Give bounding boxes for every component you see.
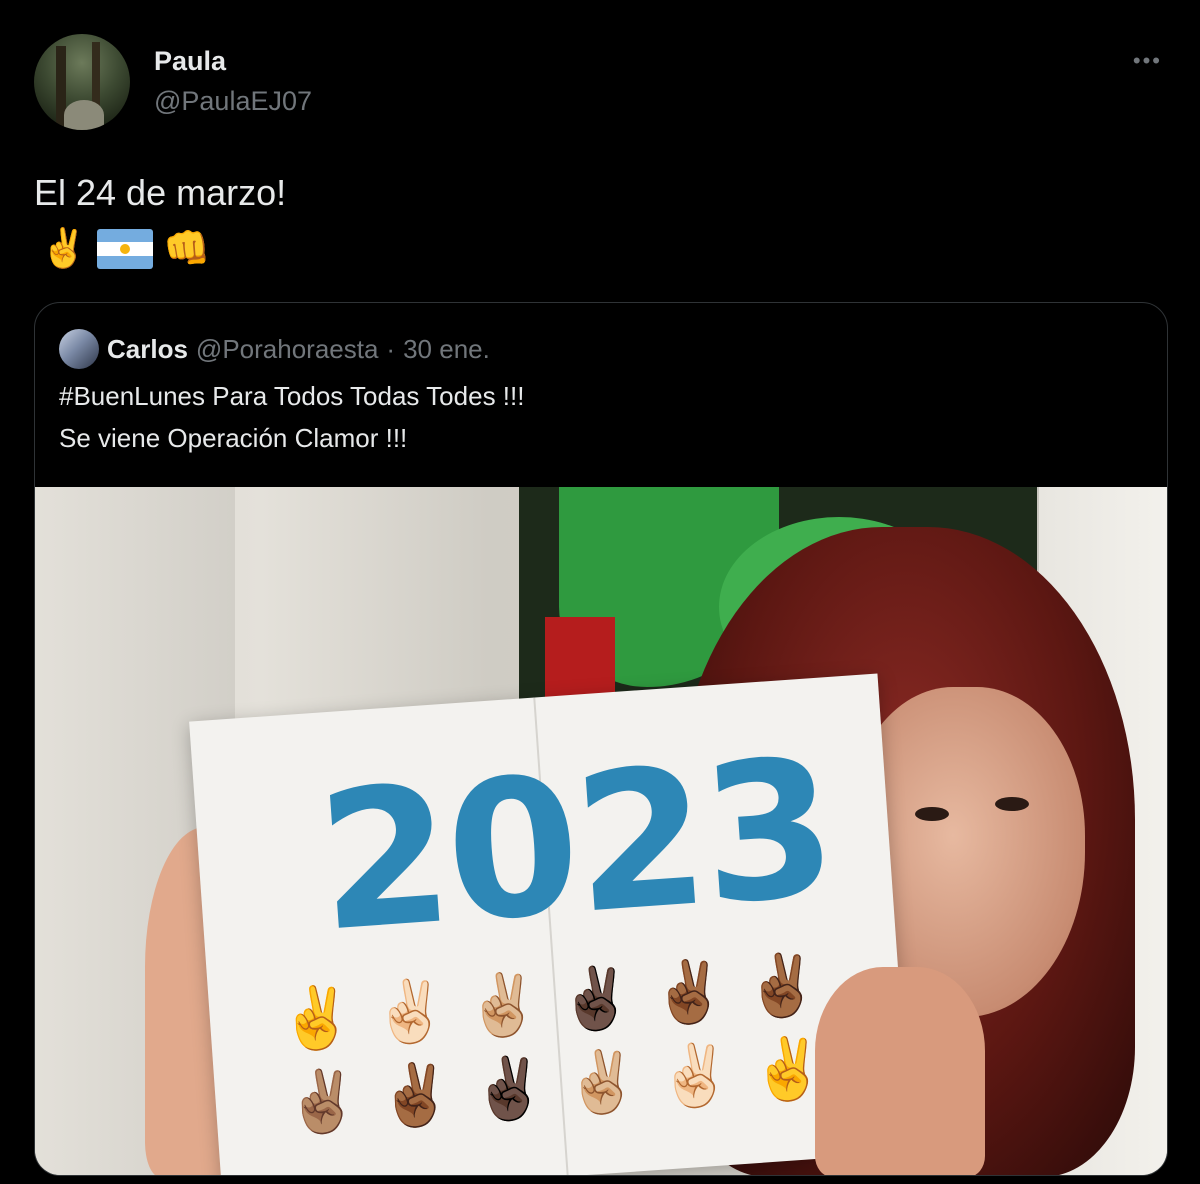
sign-hand-grid: ✌️ ✌🏻 ✌🏼 ✌🏿 ✌🏾 ✌🏾 ✌🏽 ✌🏾 ✌🏿 ✌🏼 ✌🏻 ✌️ bbox=[268, 948, 837, 1141]
author-name[interactable]: Paula bbox=[154, 46, 226, 77]
quoted-author-name[interactable]: Carlos bbox=[107, 334, 188, 365]
more-options-icon[interactable]: ••• bbox=[1133, 48, 1162, 74]
quoted-avatar[interactable] bbox=[59, 329, 99, 369]
quoted-photo[interactable]: 2023 ✌️ ✌🏻 ✌🏼 ✌🏿 ✌🏾 ✌🏾 ✌🏽 ✌🏾 ✌🏿 ✌🏼 ✌🏻 ✌️ bbox=[35, 487, 1167, 1175]
victory-hand-emoji: ✌🏾 bbox=[742, 949, 822, 1022]
victory-hand-emoji: ✌🏻 bbox=[655, 1039, 735, 1112]
photo-sign: 2023 ✌️ ✌🏻 ✌🏼 ✌🏿 ✌🏾 ✌🏾 ✌🏽 ✌🏾 ✌🏿 ✌🏼 ✌🏻 ✌️ bbox=[189, 673, 911, 1175]
tweet-header: Paula @PaulaEJ07 ••• bbox=[34, 34, 1174, 134]
victory-hand-emoji: ✌️ bbox=[277, 981, 357, 1054]
fist-emoji: 👊 bbox=[163, 228, 211, 270]
victory-hand-emoji: ✌️ bbox=[40, 228, 88, 270]
victory-hand-emoji: ✌🏿 bbox=[556, 962, 636, 1035]
avatar[interactable] bbox=[34, 34, 130, 130]
quoted-tweet-header: Carlos @Porahoraesta · 30 ene. bbox=[59, 329, 490, 369]
quoted-timestamp[interactable]: 30 ene. bbox=[403, 334, 490, 365]
quoted-text-line-1: #BuenLunes Para Todos Todas Todes !!! bbox=[59, 381, 525, 411]
argentina-flag-emoji bbox=[97, 229, 154, 269]
separator-dot: · bbox=[386, 333, 396, 364]
victory-hand-emoji: ✌🏻 bbox=[370, 975, 450, 1048]
photo-hand-right bbox=[815, 967, 985, 1175]
victory-hand-emoji: ✌🏿 bbox=[469, 1052, 549, 1125]
sign-year-text: 2023 bbox=[311, 717, 839, 974]
victory-hand-emoji: ✌🏼 bbox=[562, 1046, 642, 1119]
tweet: Paula @PaulaEJ07 ••• El 24 de marzo! ✌️ … bbox=[0, 0, 1200, 1184]
victory-hand-emoji: ✌🏼 bbox=[463, 968, 543, 1041]
tweet-emoji-row: ✌️ 👊 bbox=[40, 226, 211, 272]
victory-hand-emoji: ✌🏾 bbox=[376, 1059, 456, 1132]
quoted-text-line-2: Se viene Operación Clamor !!! bbox=[59, 423, 408, 453]
victory-hand-emoji: ✌🏽 bbox=[282, 1065, 363, 1138]
author-handle[interactable]: @PaulaEJ07 bbox=[154, 86, 312, 117]
tweet-text: El 24 de marzo! bbox=[34, 172, 287, 213]
quoted-tweet[interactable]: Carlos @Porahoraesta · 30 ene. #BuenLune… bbox=[34, 302, 1168, 1176]
avatar-path bbox=[64, 100, 104, 130]
quoted-author-handle[interactable]: @Porahoraesta bbox=[196, 334, 379, 365]
victory-hand-emoji: ✌🏾 bbox=[649, 955, 729, 1028]
